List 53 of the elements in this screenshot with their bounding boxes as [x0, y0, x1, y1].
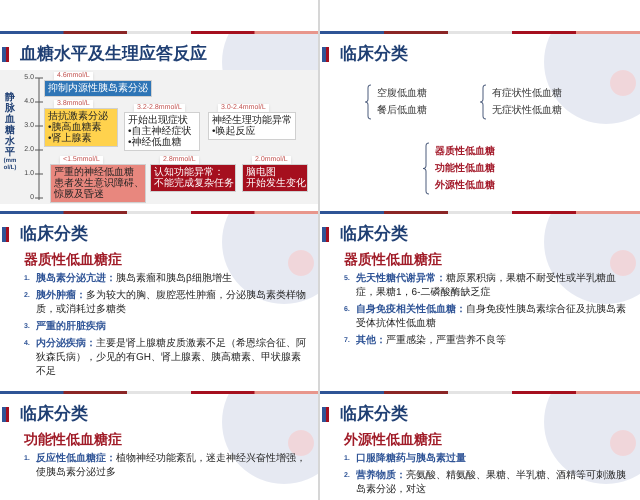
slide-title: 临床分类 — [20, 404, 88, 424]
title-marker — [2, 406, 9, 422]
box-text: 惊厥及昏迷 — [54, 189, 105, 200]
list-item-text: 口服降糖药与胰岛素过量 — [356, 452, 467, 466]
category-label: 有症状性低血糖 — [492, 86, 562, 101]
slide-title: 血糖水平及生理应答反应 — [20, 44, 207, 64]
list-item-text: 自身免疫相关性低血糖：自身免疫性胰岛素综合征及抗胰岛素受体抗体性低血糖 — [356, 303, 627, 331]
list-item-text: 胰岛素分泌亢进：胰岛素瘤和胰岛β细胞增生 — [36, 272, 233, 286]
list-item-text: 胰外肿瘤：多为较大的胸、腹腔恶性肿瘤，分泌胰岛素类样物质，或消耗过多糖类 — [36, 289, 307, 317]
box-text: •神经低血糖 — [128, 137, 183, 148]
box-text: 开始出现症状 — [128, 115, 188, 126]
slide-title: 临床分类 — [340, 44, 408, 64]
brace-mark — [422, 142, 430, 195]
category-label: 无症状性低血糖 — [492, 104, 562, 118]
title-marker — [322, 226, 329, 242]
list-item-text: 反应性低血糖症：植物神经功能紊乱，迷走神经兴奋性增强，使胰岛素分泌过多 — [36, 452, 307, 480]
title-marker — [322, 406, 329, 422]
section-heading: 外源性低血糖症 — [344, 430, 442, 448]
slide-title: 临床分类 — [340, 404, 408, 424]
brace-mark — [479, 84, 487, 120]
title-marker — [2, 226, 9, 242]
list-item-text: 其他：严重感染，严重营养不良等 — [356, 334, 507, 348]
title-marker — [322, 46, 329, 62]
box-text: •肾上腺素 — [48, 133, 93, 144]
box-text: 神经生理功能异常 — [212, 115, 292, 126]
box-text: •胰高血糖素 — [48, 122, 103, 133]
box-text: 抑制内源性胰岛素分泌 — [48, 83, 148, 94]
list-item-text: 严重的肝脏疾病 — [36, 320, 107, 334]
section-heading: 功能性低血糖症 — [24, 430, 122, 448]
title-marker — [2, 46, 9, 62]
box-text: •唤起反应 — [212, 126, 257, 137]
axis-label: 静脉血糖水平 — [5, 92, 15, 158]
section-heading: 器质性低血糖症 — [24, 250, 122, 268]
box-text: 开始发生变化 — [246, 178, 304, 189]
list-item-text: 营养物质：亮氨酸、精氨酸、果糖、半乳糖、酒精等可刺激胰岛素分泌，对这 — [356, 469, 627, 497]
category-label: 外源性低血糖 — [435, 178, 495, 193]
box-text: 严重的神经低血糖 — [54, 167, 135, 178]
category-label: 器质性低血糖 — [435, 144, 495, 159]
box-text: 患者发生意识障碍、 — [54, 178, 142, 189]
box-text: 脑电图 — [246, 167, 276, 178]
category-label: 空腹低血糖 — [377, 86, 427, 101]
slide-title: 临床分类 — [340, 224, 408, 244]
box-text: 不能完成复杂任务 — [154, 178, 232, 189]
section-heading: 器质性低血糖症 — [344, 250, 442, 268]
slide-title: 临床分类 — [20, 224, 88, 244]
category-label: 功能性低血糖 — [435, 162, 495, 176]
box-text: 拮抗激素分泌 — [48, 111, 109, 122]
list-item-text: 内分泌疾病：主要是肾上腺糖皮质激素不足（希恩综合征、阿狄森氏病），少见的有GH、肾上腺素、胰高糖素、甲状腺素不足 — [36, 337, 307, 379]
list-item-text: 先天性糖代谢异常：糖原累积病，果糖不耐受性或半乳糖血症，果糖1，6-二磷酸酶缺乏症 — [356, 272, 617, 300]
brace-mark — [364, 84, 372, 120]
box-text: 认知功能异常： — [154, 167, 225, 178]
category-label: 餐后低血糖 — [377, 104, 427, 118]
box-text: •自主神经症状 — [128, 126, 193, 137]
